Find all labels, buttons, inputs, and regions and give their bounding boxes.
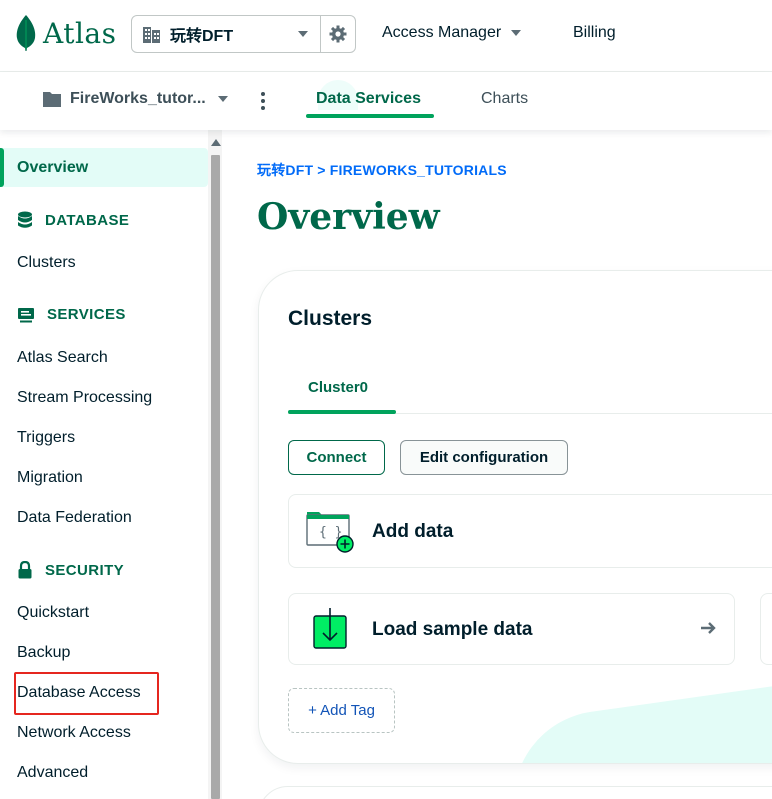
partial-action-card[interactable]	[760, 593, 772, 665]
tab-charts[interactable]: Charts	[481, 90, 528, 108]
billing-label: Billing	[573, 24, 616, 41]
breadcrumb[interactable]: 玩转DFT > FIREWORKS_TUTORIALS	[257, 160, 507, 180]
lock-icon	[18, 561, 32, 579]
sidebar-item-backup[interactable]: Backup	[17, 644, 70, 662]
chevron-down-icon	[298, 31, 308, 37]
add-data-card[interactable]	[288, 494, 772, 568]
sidebar-item-advanced[interactable]: Advanced	[17, 764, 88, 782]
project-more-options-icon[interactable]	[255, 90, 271, 112]
sidebar-item-data-federation[interactable]: Data Federation	[17, 509, 132, 527]
chevron-down-icon	[511, 30, 522, 36]
sidebar-section-database: DATABASE	[17, 211, 129, 229]
tab-data-services[interactable]: Data Services	[316, 90, 421, 108]
logo-text: Atlas	[43, 16, 117, 50]
leaf-icon	[16, 15, 36, 51]
load-sample-data-label: Load sample data	[372, 619, 533, 640]
services-icon	[18, 307, 34, 322]
sidebar-active-indicator	[0, 148, 4, 187]
sidebar-item-network-access[interactable]: Network Access	[17, 724, 131, 742]
scroll-up-arrow-icon[interactable]	[211, 139, 221, 146]
security-section-label: SECURITY	[45, 561, 125, 579]
billing-link[interactable]: Billing	[573, 24, 616, 42]
services-section-label: SERVICES	[47, 306, 126, 323]
project-name: FireWorks_tutor...	[70, 90, 206, 107]
sidebar-item-quickstart[interactable]: Quickstart	[17, 604, 89, 622]
sidebar-item-stream-processing[interactable]: Stream Processing	[17, 389, 152, 407]
building-icon	[143, 27, 160, 43]
add-data-label: Add data	[372, 521, 454, 542]
clusters-card-title: Clusters	[288, 307, 373, 330]
sidebar-item-atlas-search[interactable]: Atlas Search	[17, 349, 108, 367]
arrow-right-icon	[701, 622, 716, 634]
organization-name: 玩转DFT	[170, 28, 234, 45]
highlight-annotation-box	[14, 672, 159, 715]
project-bar: FireWorks_tutor... Data Services Charts	[0, 72, 772, 130]
sidebar-section-services: SERVICES	[17, 306, 126, 323]
active-tab-indicator	[306, 114, 434, 118]
tab-cluster0[interactable]: Cluster0	[308, 379, 368, 396]
access-manager-label: Access Manager	[382, 24, 502, 41]
folder-icon	[43, 92, 61, 107]
database-icon	[18, 211, 32, 228]
sidebar-item-clusters[interactable]: Clusters	[17, 254, 76, 272]
connect-button[interactable]: Connect	[288, 440, 385, 475]
add-tag-button[interactable]: + Add Tag	[288, 688, 395, 733]
organization-settings-button[interactable]	[320, 15, 356, 53]
sidebar-scroll-thumb[interactable]	[211, 155, 220, 799]
secondary-card	[258, 786, 772, 799]
gear-icon	[329, 25, 347, 43]
project-selector[interactable]: FireWorks_tutor...	[42, 90, 240, 108]
chevron-down-icon	[217, 96, 228, 102]
cluster-tab-indicator	[288, 410, 396, 414]
database-section-label: DATABASE	[45, 211, 130, 229]
sidebar-item-overview[interactable]: Overview	[17, 159, 88, 177]
sidebar-item-migration[interactable]: Migration	[17, 469, 83, 487]
access-manager-menu[interactable]: Access Manager	[382, 24, 522, 42]
atlas-logo[interactable]: Atlas	[15, 13, 117, 53]
top-bar: Atlas 玩转DFT Access Manager Billing	[0, 0, 772, 72]
page-title: Overview	[257, 196, 440, 238]
edit-configuration-button[interactable]: Edit configuration	[400, 440, 568, 475]
sidebar-section-security: SECURITY	[17, 561, 124, 579]
add-data-icon: { }	[306, 512, 354, 553]
organization-selector[interactable]: 玩转DFT	[131, 15, 321, 53]
download-icon	[313, 608, 347, 649]
sidebar-item-triggers[interactable]: Triggers	[17, 429, 75, 447]
decorative-wave	[502, 682, 772, 763]
